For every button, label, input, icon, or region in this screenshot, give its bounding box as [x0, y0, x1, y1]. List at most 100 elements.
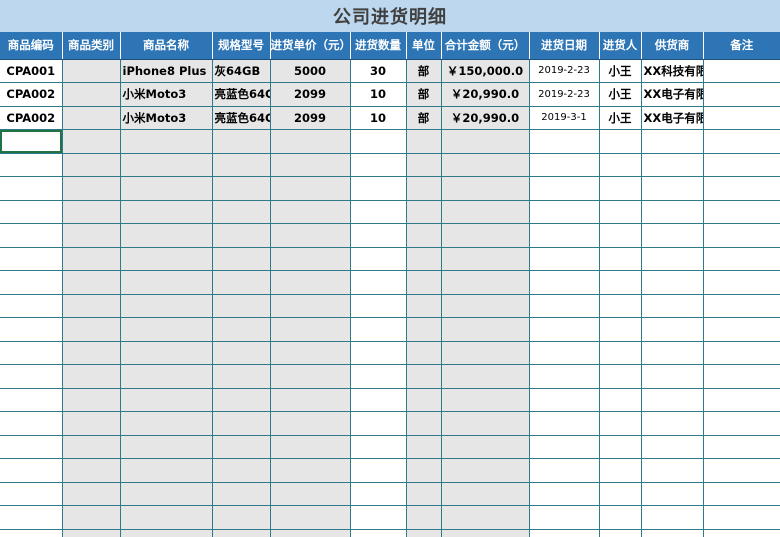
selected-cell[interactable]: [0, 129, 63, 154]
cell-note[interactable]: [703, 82, 780, 107]
cell-category[interactable]: [62, 106, 121, 130]
empty-cell[interactable]: [350, 129, 407, 154]
cell-total[interactable]: ￥20,990.0: [441, 82, 530, 107]
cell-supplier[interactable]: XX电子有限公司: [641, 106, 704, 130]
empty-cell[interactable]: [529, 388, 600, 412]
empty-cell[interactable]: [350, 435, 407, 459]
cell-unit[interactable]: 部: [406, 59, 442, 83]
empty-cell[interactable]: [0, 223, 63, 248]
empty-cell[interactable]: [212, 482, 271, 506]
empty-cell[interactable]: [441, 176, 530, 201]
cell-category[interactable]: [62, 82, 121, 107]
empty-cell[interactable]: [641, 458, 704, 483]
header-cell-note[interactable]: 备注: [703, 32, 780, 60]
empty-cell[interactable]: [270, 153, 351, 177]
empty-cell[interactable]: [270, 247, 351, 271]
empty-cell[interactable]: [529, 364, 600, 389]
empty-cell[interactable]: [270, 294, 351, 318]
empty-cell[interactable]: [599, 364, 642, 389]
empty-cell[interactable]: [270, 176, 351, 201]
empty-cell[interactable]: [62, 200, 121, 224]
empty-cell[interactable]: [406, 317, 442, 342]
empty-cell[interactable]: [62, 317, 121, 342]
empty-cell[interactable]: [599, 435, 642, 459]
empty-cell[interactable]: [641, 223, 704, 248]
empty-cell[interactable]: [212, 388, 271, 412]
empty-cell[interactable]: [0, 176, 63, 201]
empty-cell[interactable]: [120, 223, 213, 248]
empty-cell[interactable]: [441, 529, 530, 537]
empty-cell[interactable]: [62, 153, 121, 177]
empty-cell[interactable]: [703, 317, 780, 342]
empty-cell[interactable]: [270, 364, 351, 389]
empty-cell[interactable]: [62, 223, 121, 248]
cell-date[interactable]: 2019-2-23: [529, 59, 600, 83]
empty-cell[interactable]: [350, 458, 407, 483]
empty-cell[interactable]: [703, 176, 780, 201]
empty-cell[interactable]: [62, 341, 121, 365]
empty-cell[interactable]: [703, 482, 780, 506]
header-cell-category[interactable]: 商品类别: [62, 32, 121, 60]
empty-cell[interactable]: [270, 529, 351, 537]
empty-cell[interactable]: [0, 341, 63, 365]
empty-cell[interactable]: [212, 505, 271, 530]
empty-cell[interactable]: [406, 247, 442, 271]
header-cell-qty[interactable]: 进货数量: [350, 32, 407, 60]
empty-cell[interactable]: [703, 505, 780, 530]
empty-cell[interactable]: [120, 153, 213, 177]
empty-cell[interactable]: [212, 247, 271, 271]
empty-cell[interactable]: [529, 247, 600, 271]
empty-cell[interactable]: [120, 482, 213, 506]
empty-cell[interactable]: [441, 388, 530, 412]
empty-cell[interactable]: [599, 153, 642, 177]
empty-cell[interactable]: [641, 529, 704, 537]
cell-date[interactable]: 2019-3-1: [529, 106, 600, 130]
empty-cell[interactable]: [406, 505, 442, 530]
empty-cell[interactable]: [62, 505, 121, 530]
empty-cell[interactable]: [212, 176, 271, 201]
empty-cell[interactable]: [641, 270, 704, 295]
empty-cell[interactable]: [441, 317, 530, 342]
empty-cell[interactable]: [529, 341, 600, 365]
cell-buyer[interactable]: 小王: [599, 82, 642, 107]
empty-cell[interactable]: [350, 247, 407, 271]
empty-cell[interactable]: [703, 294, 780, 318]
empty-cell[interactable]: [441, 270, 530, 295]
empty-cell[interactable]: [350, 388, 407, 412]
cell-unit-price[interactable]: 5000: [270, 59, 351, 83]
empty-cell[interactable]: [120, 200, 213, 224]
empty-cell[interactable]: [350, 411, 407, 436]
empty-cell[interactable]: [120, 411, 213, 436]
empty-cell[interactable]: [120, 341, 213, 365]
empty-cell[interactable]: [406, 435, 442, 459]
header-cell-buyer[interactable]: 进货人: [599, 32, 642, 60]
empty-cell[interactable]: [0, 247, 63, 271]
empty-cell[interactable]: [599, 341, 642, 365]
empty-cell[interactable]: [270, 129, 351, 154]
empty-cell[interactable]: [62, 529, 121, 537]
cell-spec[interactable]: 亮蓝色64G: [212, 82, 271, 107]
empty-cell[interactable]: [350, 176, 407, 201]
cell-supplier[interactable]: XX科技有限公司: [641, 59, 704, 83]
empty-cell[interactable]: [270, 482, 351, 506]
cell-supplier[interactable]: XX电子有限公司: [641, 82, 704, 107]
empty-cell[interactable]: [0, 294, 63, 318]
empty-cell[interactable]: [270, 435, 351, 459]
empty-cell[interactable]: [441, 505, 530, 530]
empty-cell[interactable]: [0, 364, 63, 389]
empty-cell[interactable]: [599, 176, 642, 201]
empty-cell[interactable]: [599, 458, 642, 483]
empty-cell[interactable]: [0, 317, 63, 342]
empty-cell[interactable]: [599, 411, 642, 436]
empty-cell[interactable]: [703, 529, 780, 537]
cell-spec[interactable]: 灰64GB: [212, 59, 271, 83]
cell-buyer[interactable]: 小王: [599, 106, 642, 130]
empty-cell[interactable]: [212, 153, 271, 177]
cell-buyer[interactable]: 小王: [599, 59, 642, 83]
empty-cell[interactable]: [270, 341, 351, 365]
empty-cell[interactable]: [599, 505, 642, 530]
empty-cell[interactable]: [529, 153, 600, 177]
empty-cell[interactable]: [350, 529, 407, 537]
empty-cell[interactable]: [212, 294, 271, 318]
empty-cell[interactable]: [62, 270, 121, 295]
